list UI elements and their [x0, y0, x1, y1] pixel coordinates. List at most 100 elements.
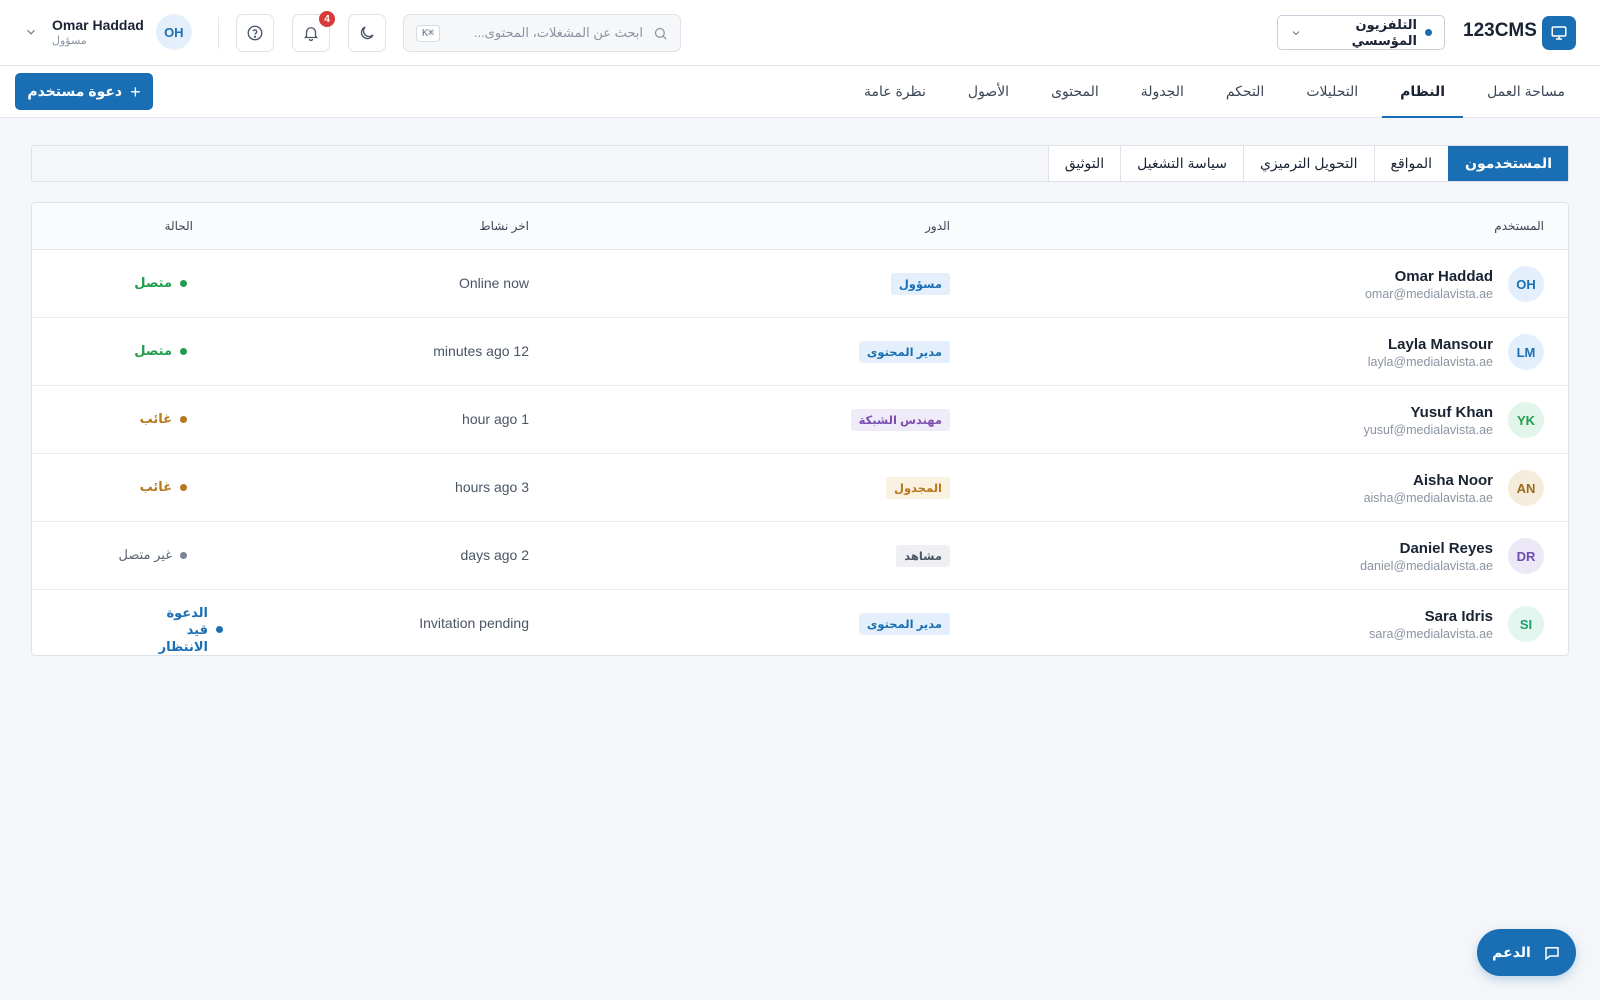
- invite-button-label: دعوة مستخدم: [27, 83, 123, 99]
- role-badge: مدير المحتوى: [858, 613, 950, 635]
- role-badge: مدير المحتوى: [858, 341, 950, 363]
- users-table: المستخدم الدور اخر نشاط الحالة OH Omar Ha…: [31, 202, 1569, 656]
- table-row[interactable]: LM Layla Mansour layla@medialavista.ae مدير…: [32, 318, 1568, 386]
- nav-tab[interactable]: الجدولة: [1139, 66, 1186, 117]
- table-row[interactable]: AN Aisha Noor aisha@medialavista.ae المجدول…: [32, 454, 1568, 522]
- user-email: aisha@medialavista.ae: [1363, 491, 1493, 505]
- status-dot: [180, 347, 187, 355]
- theme-toggle-button[interactable]: [348, 14, 386, 52]
- column-header-status: الحالة: [164, 219, 193, 233]
- chevron-down-icon: [1292, 30, 1300, 35]
- nav-tabs: نظرة عامة الأصول المحتوى الجدولة التحكم التحل…: [862, 66, 1567, 118]
- brand-name: 123CMS: [1463, 20, 1537, 41]
- user-name: Sara Idris: [1424, 608, 1493, 625]
- user-email: layla@medialavista.ae: [1367, 355, 1493, 369]
- user-email: omar@medialavista.ae: [1364, 287, 1493, 301]
- chat-icon: [1545, 946, 1559, 961]
- avatar: OH: [1508, 266, 1544, 302]
- avatar: OH: [155, 14, 192, 50]
- status-badge: غائب: [140, 411, 187, 427]
- status-dot: [180, 279, 187, 287]
- brand-logo[interactable]: [1542, 16, 1576, 50]
- user-name: Aisha Noor: [1412, 472, 1493, 489]
- role-badge: مهندس الشبكة: [850, 409, 950, 431]
- top-header: Omar Haddad مسؤول OH 4 K⌘ ابحث عن المشغل…: [0, 0, 1600, 66]
- status-badge: متصل: [134, 343, 187, 359]
- subtab[interactable]: سياسة التشغيل: [1120, 146, 1243, 181]
- status-badge: غائب: [140, 479, 187, 495]
- subtab[interactable]: المستخدمون: [1448, 146, 1568, 181]
- user-name: Yusuf Khan: [1410, 404, 1493, 421]
- last-activity: minutes ago 12: [433, 343, 529, 359]
- nav-tab[interactable]: المحتوى: [1049, 66, 1101, 117]
- status-dot: [180, 483, 187, 491]
- bell-icon: [304, 27, 318, 42]
- divider: [218, 17, 219, 49]
- user-name: Omar Haddad: [52, 16, 144, 33]
- status-badge: غير متصل: [118, 547, 187, 563]
- chevron-down-icon: [27, 29, 35, 35]
- status-dot: [180, 551, 187, 559]
- invite-user-button[interactable]: دعوة مستخدم +: [15, 73, 153, 110]
- help-button[interactable]: [236, 14, 274, 52]
- table-body: OH Omar Haddad omar@medialavista.ae مسؤول On…: [32, 250, 1568, 655]
- avatar: SI: [1508, 606, 1544, 642]
- role-badge: مسؤول: [890, 273, 950, 295]
- column-header-last-activity: اخر نشاط: [479, 219, 529, 233]
- avatar: DR: [1508, 538, 1544, 574]
- moon-icon: [360, 26, 374, 40]
- column-header-user: المستخدم: [1494, 219, 1544, 233]
- keyboard-shortcut: K⌘: [416, 24, 441, 42]
- table-row[interactable]: SI Sara Idris sara@medialavista.ae مدير الم…: [32, 590, 1568, 655]
- table-row[interactable]: YK Yusuf Khan yusuf@medialavista.ae مهندس ا…: [32, 386, 1568, 454]
- status-dot: [180, 415, 187, 423]
- nav-tab[interactable]: النظام: [1382, 66, 1463, 118]
- last-activity: Invitation pending: [419, 615, 529, 631]
- notification-count-badge: 4: [319, 11, 335, 27]
- search-placeholder: ابحث عن المشغلات، المحتوى...: [473, 25, 643, 40]
- table-row[interactable]: OH Omar Haddad omar@medialavista.ae مسؤول On…: [32, 250, 1568, 318]
- nav-tab[interactable]: التحليلات: [1304, 66, 1360, 117]
- support-label: الدعم: [1492, 944, 1531, 960]
- role-badge: مشاهد: [896, 545, 950, 567]
- last-activity: days ago 2: [460, 547, 530, 563]
- status-dot: [216, 626, 223, 633]
- user-email: daniel@medialavista.ae: [1360, 559, 1493, 573]
- user-name: Layla Mansour: [1387, 336, 1493, 353]
- notifications-button[interactable]: 4: [292, 11, 335, 52]
- search-input[interactable]: K⌘ ابحث عن المشغلات، المحتوى...: [403, 14, 681, 52]
- user-menu[interactable]: Omar Haddad مسؤول OH: [24, 12, 192, 52]
- avatar: LM: [1508, 334, 1544, 370]
- nav-tab[interactable]: الأصول: [966, 66, 1011, 117]
- subtab[interactable]: التوثيق: [1047, 146, 1121, 181]
- role-badge: المجدول: [885, 477, 950, 499]
- user-name: Daniel Reyes: [1399, 540, 1493, 557]
- status-badge: الدعوة قيد الانتظار: [148, 604, 223, 655]
- system-subtabs: المستخدمون المواقع التحويل الترميزي سياسة ا…: [31, 145, 1569, 182]
- monitor-icon: [1551, 26, 1567, 40]
- plus-icon: +: [130, 81, 141, 102]
- display-selector-label: التلفزيون المؤسسي: [1351, 16, 1417, 48]
- status-badge: متصل: [134, 275, 187, 291]
- subtab[interactable]: المواقع: [1373, 146, 1449, 181]
- user-name: Omar Haddad: [1394, 268, 1493, 285]
- status-dot: [1425, 29, 1432, 36]
- table-row[interactable]: DR Daniel Reyes daniel@medialavista.ae مشاه…: [32, 522, 1568, 590]
- status-label: متصل: [134, 343, 172, 358]
- last-activity: Online now: [458, 275, 529, 291]
- table-header: المستخدم الدور اخر نشاط الحالة: [32, 203, 1568, 250]
- avatar: YK: [1508, 402, 1544, 438]
- last-activity: hours ago 3: [455, 479, 529, 495]
- status-label: غائب: [139, 411, 172, 426]
- support-button[interactable]: الدعم: [1477, 929, 1576, 976]
- display-selector[interactable]: التلفزيون المؤسسي: [1277, 15, 1445, 50]
- user-email: sara@medialavista.ae: [1369, 627, 1493, 641]
- subtab[interactable]: التحويل الترميزي: [1242, 146, 1374, 181]
- nav-tab[interactable]: مساحة العمل: [1485, 66, 1567, 117]
- last-activity: hour ago 1: [462, 411, 529, 427]
- help-icon: [247, 25, 263, 41]
- search-icon: [654, 27, 667, 40]
- nav-tab[interactable]: التحكم: [1224, 66, 1266, 117]
- nav-tab[interactable]: نظرة عامة: [862, 66, 928, 117]
- avatar: AN: [1508, 470, 1544, 506]
